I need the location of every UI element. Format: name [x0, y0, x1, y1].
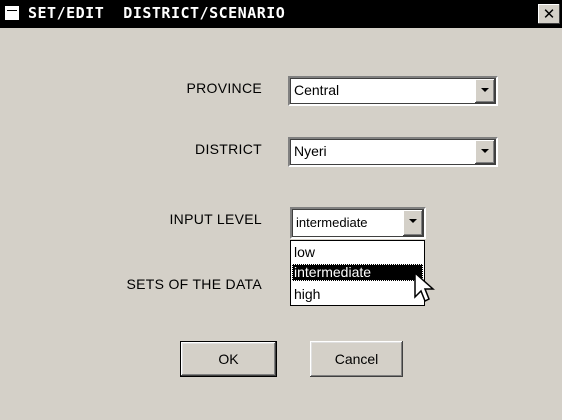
window-menu-icon[interactable] — [5, 6, 19, 20]
cancel-button[interactable]: Cancel — [310, 341, 403, 377]
sets-of-data-label: SETS OF THE DATA — [126, 276, 262, 292]
district-value: Nyeri — [294, 143, 327, 159]
mouse-pointer-icon — [414, 272, 435, 303]
district-select[interactable]: Nyeri — [288, 137, 498, 167]
title-bar[interactable]: SET/EDIT DISTRICT/SCENARIO ✕ — [0, 0, 562, 28]
input-level-dropdown-list[interactable]: low intermediate high — [290, 240, 425, 306]
window-title: SET/EDIT DISTRICT/SCENARIO — [28, 4, 286, 22]
input-level-value: intermediate — [296, 215, 368, 230]
province-value: Central — [294, 82, 340, 98]
input-level-label: INPUT LEVEL — [169, 211, 262, 227]
close-button[interactable]: ✕ — [538, 4, 560, 24]
chevron-down-icon[interactable] — [475, 140, 495, 164]
ok-button[interactable]: OK — [180, 341, 277, 377]
input-level-select[interactable]: intermediate — [290, 207, 426, 239]
province-select[interactable]: Central — [288, 76, 498, 106]
district-label: DISTRICT — [195, 141, 262, 157]
option-intermediate[interactable]: intermediate — [292, 264, 423, 281]
chevron-down-icon[interactable] — [475, 79, 495, 103]
option-low[interactable]: low — [292, 244, 423, 261]
set-edit-dialog: SET/EDIT DISTRICT/SCENARIO ✕ PROVINCE Ce… — [0, 0, 562, 420]
option-high[interactable]: high — [292, 286, 423, 303]
chevron-down-icon[interactable] — [403, 210, 423, 236]
province-label: PROVINCE — [186, 80, 262, 96]
